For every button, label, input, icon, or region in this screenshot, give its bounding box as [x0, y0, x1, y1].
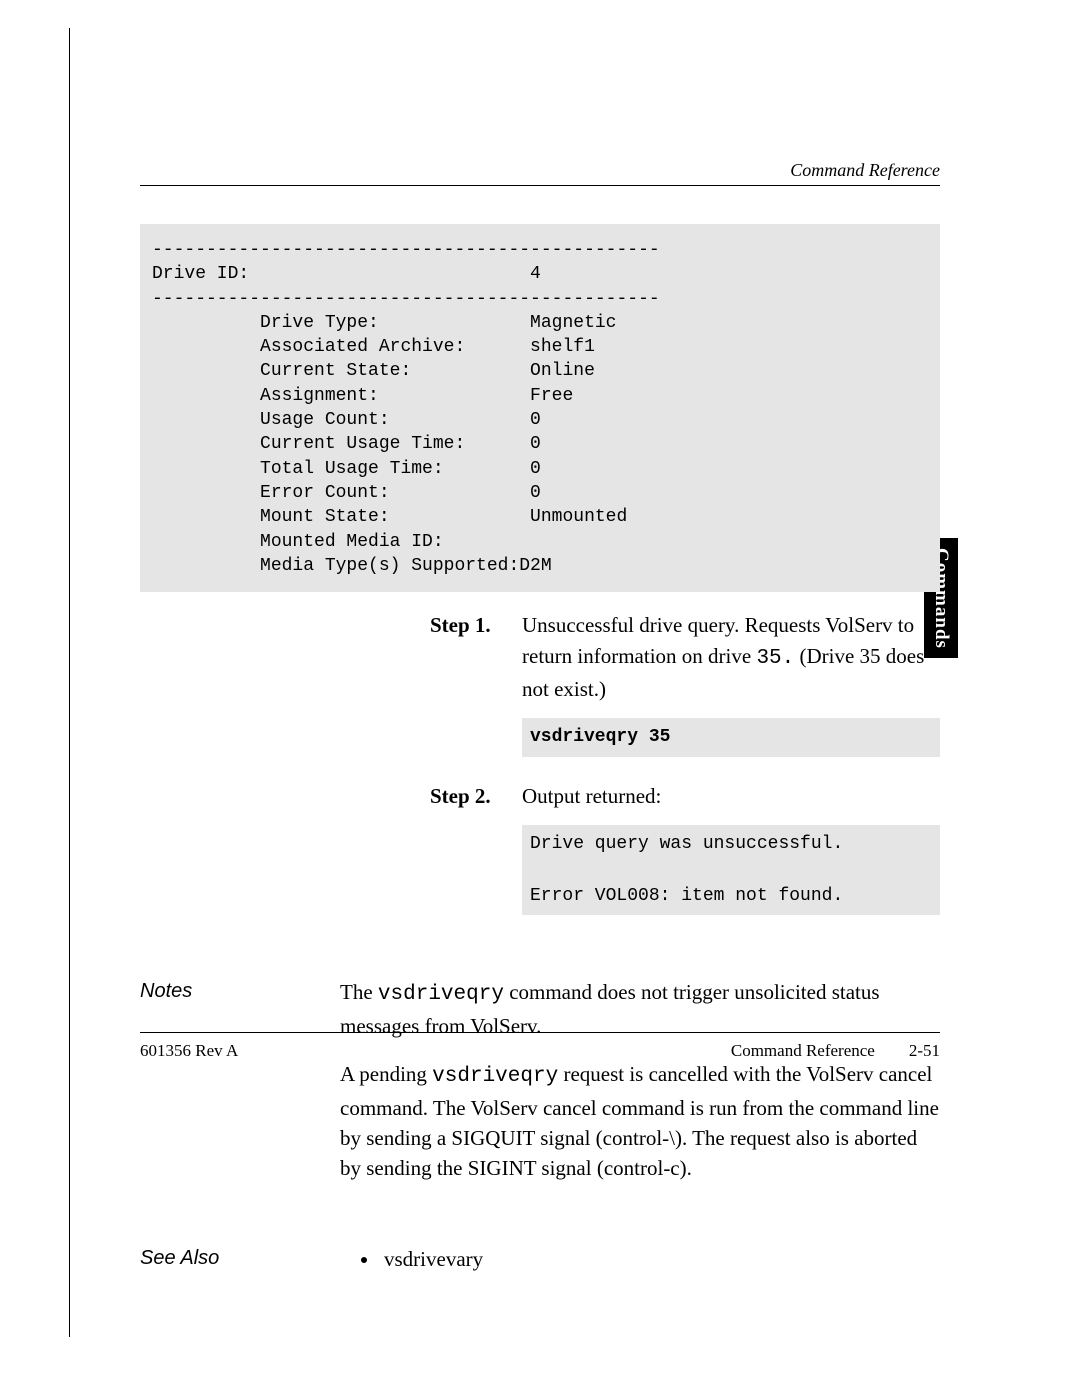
see-also-item: vsdrivevary: [380, 1244, 940, 1274]
notes-p1-code: vsdriveqry: [378, 983, 504, 1006]
page-footer: 601356 Rev A Command Reference 2-51: [140, 1032, 940, 1061]
notes-body: The vsdriveqry command does not trigger …: [340, 977, 940, 1202]
page-content: Command Reference ----------------------…: [140, 160, 940, 1274]
step-1-inline-code: 35.: [756, 647, 794, 670]
notes-label: Notes: [140, 977, 340, 1202]
see-also-label: See Also: [140, 1244, 340, 1274]
step-1-command-box: vsdriveqry 35: [522, 718, 940, 756]
see-also-body: vsdrivevary: [340, 1244, 940, 1274]
step-2-text: Output returned:: [522, 784, 661, 808]
drive-output-block: ----------------------------------------…: [140, 224, 940, 592]
footer-right: 2-51: [909, 1041, 940, 1061]
step-1-label: Step 1.: [430, 610, 522, 776]
footer-center: Command Reference: [731, 1041, 909, 1061]
notes-p2-code: vsdriveqry: [432, 1065, 558, 1088]
notes-section: Notes The vsdriveqry command does not tr…: [140, 977, 940, 1202]
step-2-label: Step 2.: [430, 781, 522, 936]
see-also-section: See Also vsdrivevary: [140, 1244, 940, 1274]
left-crop-mark: [69, 28, 70, 1337]
notes-p2-pre: A pending: [340, 1062, 432, 1086]
step-2-row: Step 2. Output returned: Drive query was…: [140, 781, 940, 936]
notes-p1-pre: The: [340, 980, 378, 1004]
step-1-body: Unsuccessful drive query. Requests VolSe…: [522, 610, 940, 776]
step-1-row: Step 1. Unsuccessful drive query. Reques…: [140, 610, 940, 776]
step-2-body: Output returned: Drive query was unsucce…: [522, 781, 940, 936]
running-head: Command Reference: [140, 160, 940, 186]
footer-left: 601356 Rev A: [140, 1041, 731, 1061]
step-2-output-box: Drive query was unsuccessful. Error VOL0…: [522, 825, 940, 915]
